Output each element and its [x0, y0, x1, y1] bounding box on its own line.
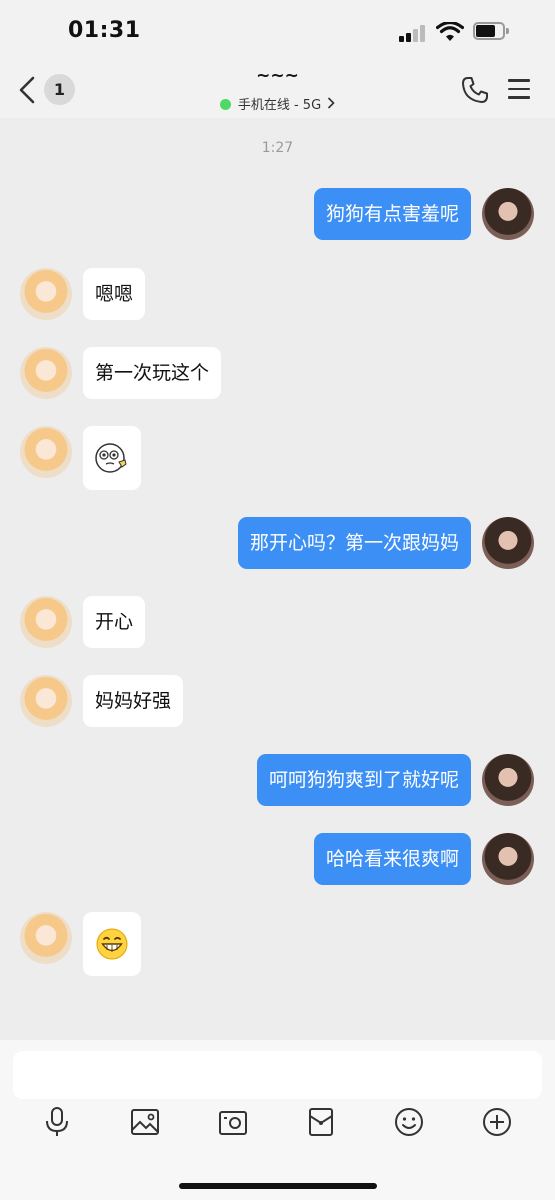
chevron-right-icon [328, 97, 335, 109]
red-packet-icon[interactable] [306, 1106, 336, 1138]
contact-avatar[interactable] [20, 347, 72, 399]
plus-icon[interactable] [482, 1106, 512, 1138]
status-time: 01:31 [68, 18, 141, 43]
microphone-icon[interactable] [42, 1106, 72, 1138]
incoming-message[interactable]: 妈妈好强 [83, 675, 184, 727]
outgoing-message[interactable]: 哈哈看来很爽啊 [313, 833, 471, 885]
wifi-icon [436, 22, 464, 41]
camera-icon[interactable] [218, 1106, 248, 1138]
thinking-sticker-icon [95, 443, 127, 473]
emoji-icon[interactable] [394, 1106, 424, 1138]
message-input[interactable] [13, 1051, 542, 1099]
my-avatar[interactable] [482, 754, 534, 806]
incoming-message[interactable]: 开心 [83, 596, 146, 648]
contact-avatar[interactable] [20, 912, 72, 964]
presence-text: 手机在线 - 5G [237, 98, 322, 113]
contact-avatar[interactable] [20, 426, 72, 478]
incoming-sticker-message[interactable] [83, 426, 141, 490]
outgoing-message[interactable]: 那开心吗？第一次跟妈妈 [237, 517, 471, 569]
incoming-emoji-message[interactable] [83, 912, 141, 976]
outgoing-message[interactable]: 狗狗有点害羞呢 [313, 188, 471, 240]
image-icon[interactable] [130, 1106, 160, 1138]
online-dot-icon [219, 99, 231, 110]
composer-bar [0, 1040, 555, 1200]
message-list[interactable]: 1:27 狗狗有点害羞呢 嗯嗯 第一次玩这个 那开心吗？第一次跟妈妈 开心 妈妈… [0, 118, 555, 1040]
menu-icon[interactable] [508, 79, 530, 99]
my-avatar[interactable] [482, 517, 534, 569]
incoming-message[interactable]: 嗯嗯 [83, 268, 146, 320]
contact-avatar[interactable] [20, 596, 72, 648]
phone-call-icon[interactable] [460, 75, 490, 105]
chat-header: 1 ~~~ 手机在线 - 5G [0, 62, 555, 118]
my-avatar[interactable] [482, 833, 534, 885]
battery-icon [473, 22, 509, 40]
status-bar: 01:31 [0, 0, 555, 62]
message-timestamp: 1:27 [261, 140, 294, 156]
incoming-message[interactable]: 第一次玩这个 [83, 347, 222, 399]
cellular-signal-icon [399, 24, 429, 42]
outgoing-message[interactable]: 呵呵狗狗爽到了就好呢 [256, 754, 471, 806]
my-avatar[interactable] [482, 188, 534, 240]
home-indicator[interactable] [179, 1183, 377, 1189]
contact-avatar[interactable] [20, 675, 72, 727]
contact-avatar[interactable] [20, 268, 72, 320]
grinning-face-icon [96, 928, 128, 960]
